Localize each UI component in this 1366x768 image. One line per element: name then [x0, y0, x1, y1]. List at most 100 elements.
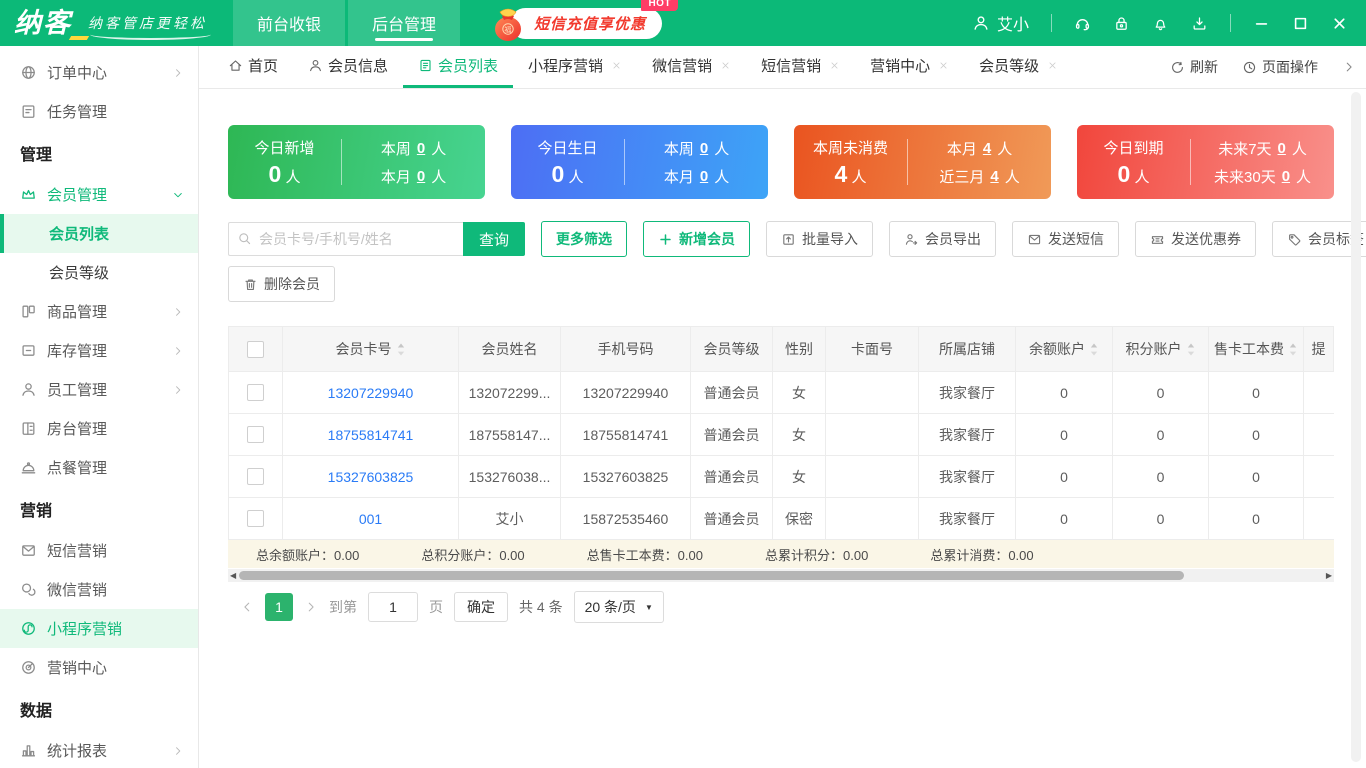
card-detail-value[interactable]: 0: [417, 140, 425, 157]
scroll-left-icon[interactable]: ◀: [230, 571, 236, 580]
search-button[interactable]: 查询: [463, 222, 525, 256]
bell-icon[interactable]: [1152, 15, 1169, 32]
sort-icon[interactable]: [1288, 342, 1298, 360]
close-tab-icon[interactable]: [611, 60, 622, 71]
close-button[interactable]: [1331, 15, 1348, 32]
toolbar-row-1: 查询 更多筛选 新增会员 批量导入: [228, 221, 1334, 257]
member-card-link[interactable]: 15327603825: [328, 469, 414, 485]
member-card-link[interactable]: 18755814741: [328, 427, 414, 443]
close-tab-icon[interactable]: [720, 60, 731, 71]
tab-0[interactable]: 首页: [213, 46, 293, 88]
toolbar-button-2[interactable]: 批量导入: [766, 221, 873, 257]
vertical-scrollbar-track[interactable]: [1351, 92, 1361, 762]
card-detail-value[interactable]: 0: [700, 140, 708, 157]
toolbar-button-1[interactable]: 新增会员: [643, 221, 750, 257]
toolbar-button-5[interactable]: 发送优惠券: [1135, 221, 1256, 257]
column-header-7[interactable]: 余额账户: [1016, 327, 1113, 372]
sidebar-item-12[interactable]: 短信营销: [0, 531, 198, 570]
column-header-4[interactable]: 性别: [773, 327, 826, 372]
sidebar-item-14[interactable]: 小程序营销: [0, 609, 198, 648]
confirm-button[interactable]: 确定: [454, 592, 508, 622]
room-icon: [20, 420, 37, 437]
tab-5[interactable]: 短信营销: [746, 46, 855, 88]
sidebar-item-5[interactable]: 会员等级: [0, 253, 198, 292]
cell-store: 我家餐厅: [919, 372, 1016, 414]
card-detail-value[interactable]: 4: [983, 140, 991, 157]
close-tab-icon[interactable]: [1047, 60, 1058, 71]
column-header-8[interactable]: 积分账户: [1113, 327, 1209, 372]
scrollbar-thumb[interactable]: [239, 571, 1184, 580]
tab-7[interactable]: 会员等级: [964, 46, 1073, 88]
toolbar-button-3[interactable]: 会员导出: [889, 221, 996, 257]
lock-icon[interactable]: [1113, 15, 1130, 32]
user-menu[interactable]: 艾小: [972, 11, 1029, 35]
toolbar-button-0[interactable]: 更多筛选: [541, 221, 627, 257]
prev-page-button[interactable]: [240, 600, 254, 614]
maximize-button[interactable]: [1292, 15, 1309, 32]
column-header-10[interactable]: 提: [1304, 327, 1334, 372]
tab-3[interactable]: 小程序营销: [513, 46, 637, 88]
column-header-9[interactable]: 售卡工本费: [1209, 327, 1304, 372]
sidebar-item-17[interactable]: 统计报表: [0, 731, 198, 768]
sidebar-item-9[interactable]: 房台管理: [0, 409, 198, 448]
card-detail-value[interactable]: 0: [1278, 140, 1286, 157]
card-detail-value[interactable]: 4: [990, 168, 998, 185]
headset-icon[interactable]: [1074, 15, 1091, 32]
card-detail-value[interactable]: 0: [700, 168, 708, 185]
member-card-link[interactable]: 001: [359, 511, 382, 527]
sms-promo-banner[interactable]: 福 短信充值享优惠 HOT: [490, 3, 662, 43]
toolbar-button-4[interactable]: 发送短信: [1012, 221, 1119, 257]
row-checkbox[interactable]: [247, 384, 264, 401]
sidebar-item-3[interactable]: 会员管理: [0, 175, 198, 214]
sms-icon: [20, 542, 37, 559]
topnav-item-0[interactable]: 前台收银: [233, 0, 345, 46]
tabs-overflow-icon[interactable]: [1342, 60, 1356, 74]
sidebar-item-1[interactable]: 任务管理: [0, 92, 198, 131]
download-icon[interactable]: [1191, 15, 1208, 32]
column-header-1[interactable]: 会员姓名: [459, 327, 561, 372]
sort-icon[interactable]: [1089, 342, 1099, 360]
tab-2[interactable]: 会员列表: [403, 46, 513, 88]
page-ops-button[interactable]: 页面操作: [1242, 57, 1318, 77]
horizontal-scrollbar[interactable]: ◀ ▶: [228, 569, 1334, 582]
row-checkbox[interactable]: [247, 426, 264, 443]
refresh-button[interactable]: 刷新: [1170, 57, 1218, 77]
column-header-0[interactable]: 会员卡号: [283, 327, 459, 372]
sidebar-item-13[interactable]: 微信营销: [0, 570, 198, 609]
member-card-link[interactable]: 13207229940: [328, 385, 414, 401]
row-checkbox[interactable]: [247, 510, 264, 527]
page-size-select[interactable]: 20 条/页 ▼: [574, 591, 664, 623]
next-page-button[interactable]: [304, 600, 318, 614]
search-input[interactable]: [228, 222, 463, 256]
sidebar-item-10[interactable]: 点餐管理: [0, 448, 198, 487]
sort-icon[interactable]: [396, 342, 406, 360]
goto-page-input[interactable]: [368, 592, 418, 622]
sort-icon[interactable]: [1186, 342, 1196, 360]
tab-6[interactable]: 营销中心: [855, 46, 964, 88]
delete-member-button[interactable]: 删除会员: [228, 266, 335, 302]
sidebar-item-0[interactable]: 订单中心: [0, 53, 198, 92]
column-header-5[interactable]: 卡面号: [826, 327, 919, 372]
scroll-right-icon[interactable]: ▶: [1326, 571, 1332, 580]
minimize-button[interactable]: [1253, 15, 1270, 32]
page-number-1[interactable]: 1: [265, 593, 293, 621]
topbar-actions: 艾小: [972, 11, 1366, 35]
column-header-2[interactable]: 手机号码: [561, 327, 691, 372]
tab-1[interactable]: 会员信息: [293, 46, 403, 88]
sidebar-item-15[interactable]: 营销中心: [0, 648, 198, 687]
column-header-3[interactable]: 会员等级: [691, 327, 773, 372]
sidebar-item-4[interactable]: 会员列表: [0, 214, 198, 253]
sidebar-item-7[interactable]: 库存管理: [0, 331, 198, 370]
card-title: 本周未消费: [813, 137, 888, 158]
row-checkbox[interactable]: [247, 468, 264, 485]
tab-4[interactable]: 微信营销: [637, 46, 746, 88]
select-all-checkbox[interactable]: [247, 341, 264, 358]
close-tab-icon[interactable]: [938, 60, 949, 71]
card-detail-value[interactable]: 0: [417, 168, 425, 185]
sidebar-item-8[interactable]: 员工管理: [0, 370, 198, 409]
column-header-6[interactable]: 所属店铺: [919, 327, 1016, 372]
close-tab-icon[interactable]: [829, 60, 840, 71]
card-detail-value[interactable]: 0: [1282, 168, 1290, 185]
sidebar-item-6[interactable]: 商品管理: [0, 292, 198, 331]
topnav-item-1[interactable]: 后台管理: [348, 0, 460, 46]
